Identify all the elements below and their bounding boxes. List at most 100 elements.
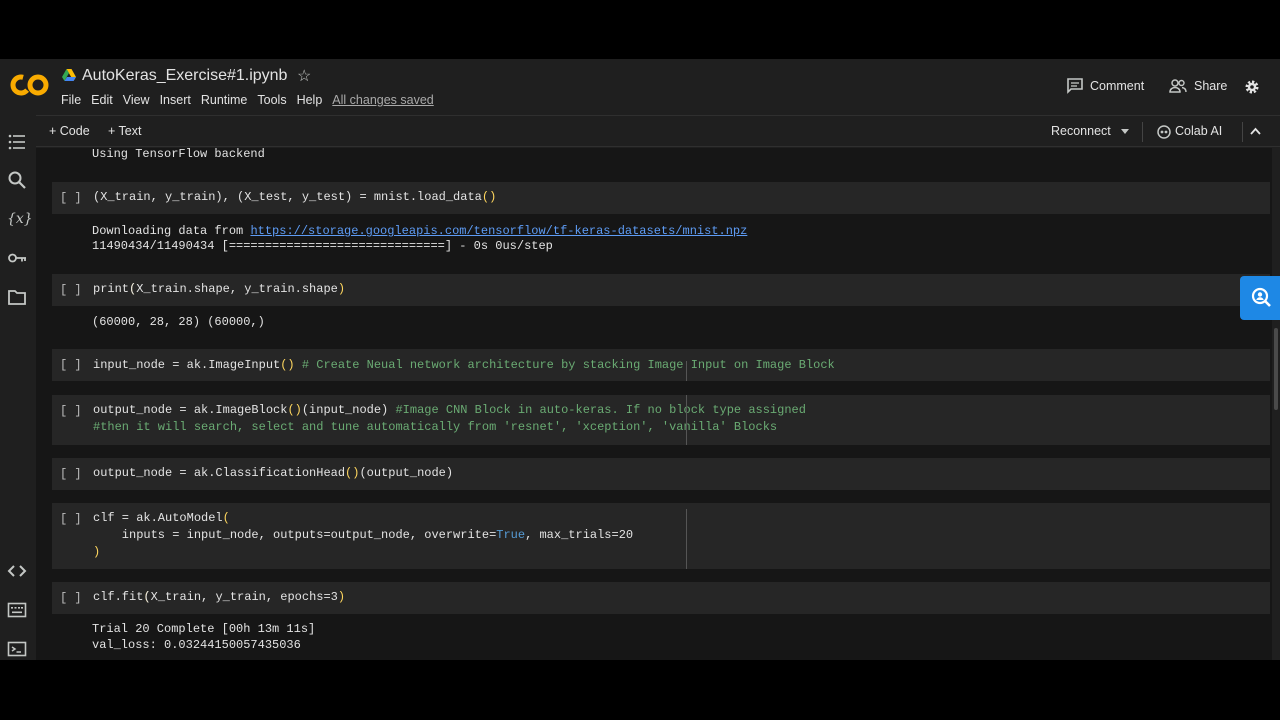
code-line[interactable]: inputs = input_node, outputs=output_node…: [93, 527, 633, 544]
code-snippets-icon[interactable]: [7, 561, 27, 581]
run-cell-button[interactable]: [ ]: [60, 591, 82, 605]
menu-insert[interactable]: Insert: [160, 93, 191, 107]
code-paren: ): [337, 282, 346, 296]
menu-file[interactable]: File: [61, 93, 81, 107]
cell-output: Downloading data from https://storage.go…: [92, 223, 747, 239]
code-cell[interactable]: [ ] input_node = ak.ImageInput() # Creat…: [52, 349, 1270, 381]
scrollbar-thumb[interactable]: [1274, 328, 1278, 410]
comment-label: Comment: [1090, 79, 1145, 93]
menu-help[interactable]: Help: [297, 93, 323, 107]
notebook-scrollbar[interactable]: [1272, 148, 1280, 660]
files-folder-icon[interactable]: [7, 287, 27, 307]
variables-icon[interactable]: {x}: [7, 209, 33, 229]
code-text: output_node = ak.ImageBlock: [93, 403, 288, 417]
code-comment: #Image CNN Block in auto-keras. If no bl…: [388, 403, 806, 417]
code-cell[interactable]: [ ] clf.fit((X_train, y_train, epochs=3): [52, 582, 1270, 614]
magnifier-widget[interactable]: [1240, 276, 1280, 320]
star-icon[interactable]: ☆: [297, 66, 311, 86]
cell-output: val_loss: 0.03244150057435036: [92, 638, 301, 652]
notebook-area: Using TensorFlow backend [ ] (X_train, y…: [36, 148, 1272, 660]
run-cell-button[interactable]: [ ]: [60, 283, 82, 297]
output-text: Downloading data from: [92, 224, 251, 238]
code-cell[interactable]: [ ] (X_train, y_train), (X_test, y_test)…: [52, 182, 1270, 214]
ruler-guide: [686, 361, 687, 381]
reconnect-button[interactable]: Reconnect: [1051, 124, 1111, 138]
run-cell-button[interactable]: [ ]: [60, 358, 82, 372]
colab-window: AutoKeras_Exercise#1.ipynb ☆ File Edit V…: [0, 59, 1280, 660]
run-cell-button[interactable]: [ ]: [60, 467, 82, 481]
run-cell-button[interactable]: [ ]: [60, 191, 82, 205]
add-code-button[interactable]: + Code: [49, 124, 90, 138]
code-editor[interactable]: output_node = ak.ClassificationHead()(ou…: [93, 465, 453, 482]
comment-icon: [1067, 78, 1083, 94]
collapse-chevron-icon[interactable]: [1250, 127, 1261, 135]
google-drive-icon: [62, 69, 76, 81]
code-text: , max_trials=20: [525, 528, 634, 542]
share-button[interactable]: Share: [1169, 78, 1227, 94]
magnifier-icon: [1251, 287, 1271, 307]
code-text: (input_node): [301, 403, 389, 417]
code-paren: (: [222, 511, 230, 525]
command-palette-icon[interactable]: [7, 600, 27, 620]
code-cell[interactable]: [ ] output_node = ak.ImageBlock()(input_…: [52, 395, 1270, 445]
code-text: input_node = ak.ImageInput: [93, 358, 281, 372]
secrets-key-icon[interactable]: [7, 248, 27, 268]
code-text: (X_train, y_train, epochs=3: [143, 590, 338, 604]
code-editor[interactable]: clf.fit((X_train, y_train, epochs=3): [93, 589, 345, 606]
code-paren: (): [345, 466, 360, 480]
code-paren: ): [93, 545, 101, 559]
code-editor[interactable]: clf = ak.AutoModel(: [93, 510, 230, 527]
menu-tools[interactable]: Tools: [257, 93, 286, 107]
colab-logo[interactable]: [10, 71, 50, 99]
notebook-toolbar: + Code + Text Reconnect Colab AI: [36, 115, 1280, 147]
menu-runtime[interactable]: Runtime: [201, 93, 248, 107]
menu-edit[interactable]: Edit: [91, 93, 113, 107]
colab-ai-icon: [1157, 125, 1171, 139]
dataset-url-link[interactable]: https://storage.googleapis.com/tensorflo…: [250, 224, 747, 238]
table-of-contents-icon[interactable]: [7, 132, 27, 152]
notebook-title[interactable]: AutoKeras_Exercise#1.ipynb: [82, 67, 287, 85]
toolbar-divider: [1242, 122, 1243, 142]
cell-output: (60000, 28, 28) (60000,): [92, 315, 265, 329]
run-cell-button[interactable]: [ ]: [60, 512, 82, 526]
code-editor[interactable]: output_node = ak.ImageBlock()(input_node…: [93, 402, 806, 419]
code-keyword: True: [496, 528, 526, 542]
add-text-button[interactable]: + Text: [108, 124, 141, 138]
ruler-guide: [686, 509, 687, 569]
settings-gear-icon[interactable]: [1244, 79, 1260, 95]
code-paren: ): [337, 590, 346, 604]
code-text: clf = ak.AutoModel: [93, 511, 223, 525]
code-text: inputs = input_node, outputs=output_node…: [93, 528, 497, 542]
menu-view[interactable]: View: [123, 93, 150, 107]
cell-output: Trial 20 Complete [00h 13m 11s]: [92, 622, 316, 636]
share-people-icon: [1169, 79, 1187, 93]
share-label: Share: [1194, 79, 1228, 93]
code-text: (X_train.shape, y_train.shape: [129, 282, 338, 296]
ruler-guide: [686, 395, 687, 445]
dropdown-arrow-icon[interactable]: [1121, 129, 1129, 135]
code-editor[interactable]: (X_train, y_train), (X_test, y_test) = m…: [93, 189, 496, 206]
toolbar-divider: [1142, 122, 1143, 142]
code-text: clf.fit: [93, 590, 144, 604]
code-cell[interactable]: [ ] print((X_train.shape, y_train.shape): [52, 274, 1270, 306]
search-icon[interactable]: [7, 170, 27, 190]
code-editor[interactable]: print((X_train.shape, y_train.shape): [93, 281, 345, 298]
code-text: (X_train, y_train), (X_test, y_test) = m…: [93, 190, 482, 204]
comment-button[interactable]: Comment: [1067, 78, 1144, 94]
terminal-icon[interactable]: [7, 639, 27, 659]
cell-output: 11490434/11490434 [=====================…: [92, 239, 553, 253]
save-status[interactable]: All changes saved: [332, 93, 433, 107]
code-paren: (): [280, 358, 295, 372]
colab-ai-button[interactable]: Colab AI: [1175, 124, 1222, 138]
code-text: output_node = ak.ClassificationHead: [93, 466, 346, 480]
code-text: print: [93, 282, 130, 296]
run-cell-button[interactable]: [ ]: [60, 404, 82, 418]
menu-bar: File Edit View Insert Runtime Tools Help…: [61, 93, 444, 107]
code-editor[interactable]: input_node = ak.ImageInput() # Create Ne…: [93, 357, 835, 374]
code-comment: #then it will search, select and tune au…: [93, 420, 778, 434]
code-paren: (): [481, 190, 497, 204]
code-cell[interactable]: [ ] output_node = ak.ClassificationHead(…: [52, 458, 1270, 490]
code-cell[interactable]: [ ] clf = ak.AutoModel( inputs = input_n…: [52, 503, 1270, 569]
code-text: (output_node): [359, 466, 454, 480]
cell-output: Using TensorFlow backend: [92, 148, 265, 161]
